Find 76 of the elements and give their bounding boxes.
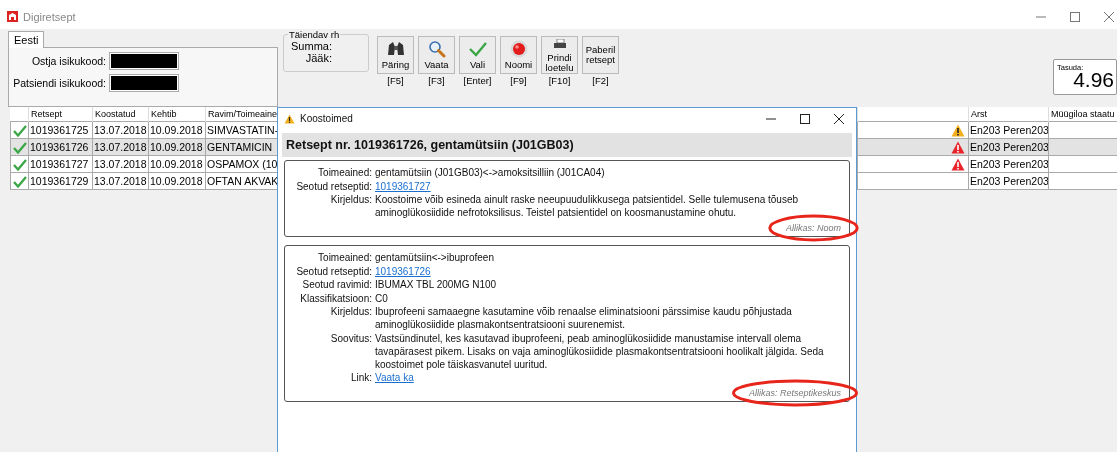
warning-icon — [284, 113, 295, 124]
field-label: Seotud retseptid: — [295, 264, 372, 278]
toolbar-button[interactable]: Prindi loetelu — [541, 36, 578, 74]
field-value: C0 — [375, 291, 389, 305]
table-cell: 1019361727 — [30, 158, 89, 170]
field-label: Seotud ravimid: — [301, 278, 372, 291]
app-icon — [7, 11, 18, 22]
shortcut-label: [F10] — [548, 75, 571, 86]
group-title: Täiendav rh — [288, 29, 341, 40]
table-cell: OFTAN AKVAK — [207, 175, 279, 187]
field-value: Ibuprofeeni samaaegne kasutamine võib renaalse eliminatsiooni pärssimise kaudu põhjustada aminoglükosiidide plasmakontsentratsiooni suurenemist. — [375, 305, 793, 331]
input-field[interactable] — [109, 74, 179, 92]
search-icon — [427, 40, 446, 58]
toolbar-button[interactable]: Päring — [377, 36, 414, 74]
input-field[interactable] — [109, 52, 179, 70]
table-cell: En203 Peren203 — [970, 158, 1048, 170]
table-cell: 10.09.2018 — [150, 175, 203, 187]
field-value: gentamütsiin<->ibuprofeen — [375, 251, 495, 264]
column-header[interactable]: Ravim/Toimeaine — [208, 109, 278, 119]
field-label: Soovitus: — [329, 331, 372, 346]
table-cell: 13.07.2018 — [94, 124, 147, 136]
table-cell: 10.09.2018 — [150, 124, 203, 136]
close-icon[interactable] — [834, 113, 844, 124]
maximize-icon[interactable] — [800, 113, 810, 124]
table-cell: En203 Peren203 — [970, 141, 1048, 153]
field-label: Kirjeldus: — [329, 193, 372, 207]
check-icon — [468, 41, 487, 57]
table-cell: En203 Peren203 — [970, 124, 1048, 136]
source-label: Allikas: Retseptikeskus — [748, 388, 841, 398]
toolbar-button[interactable]: Vali — [459, 36, 496, 74]
link[interactable]: 1019361727 — [375, 179, 431, 193]
field-label: Ostja isikukood: — [31, 55, 106, 67]
shortcut-label: [F9] — [510, 75, 527, 86]
field-label: Toimeained: — [317, 251, 372, 264]
binoculars-icon — [386, 41, 405, 57]
shortcut-label: [Enter] — [463, 75, 492, 86]
dialog-heading: Retsept nr. 1019361726, gentamütsiin (J01GB03) — [282, 133, 852, 157]
table-cell: SIMVASTATIN- — [207, 124, 279, 136]
field-label: Klassifikatsioon: — [299, 291, 372, 305]
field-value: Koostoime võib esineda ainult raske neeupuudulikkusega patsientidel. Selle tulemusena tõuseb aminoglükosiidide nefrotoksilisus. Teistel patsientidel on koosmanustamine ohutu. — [375, 193, 800, 219]
field-label: Summa: — [290, 40, 332, 52]
field-value: gentamütsiin (J01GB03)<->amoksitsilliin (J01CA04) — [375, 166, 606, 179]
table-cell: OSPAMOX (10 — [207, 158, 278, 170]
table-cell: GENTAMICIN — [207, 141, 273, 153]
field-label: Link: — [349, 371, 372, 384]
field-label: Jääk: — [304, 52, 332, 64]
window-title: Digiretsept — [23, 10, 76, 23]
toolbar-button[interactable]: Vaata — [418, 36, 455, 74]
table-cell: 13.07.2018 — [94, 141, 147, 153]
source-label: Allikas: Noom — [786, 223, 841, 233]
dialog-title: Koostoimed — [300, 113, 353, 124]
toolbar-button[interactable]: Noomi — [500, 36, 537, 74]
column-header[interactable]: Arst — [971, 109, 987, 119]
toolbar-button[interactable]: Paberil retsept — [582, 36, 619, 74]
tab[interactable]: Eesti — [8, 31, 45, 48]
table-cell: 10.09.2018 — [150, 141, 203, 153]
table-cell: 13.07.2018 — [94, 158, 147, 170]
field-label: Toimeained: — [317, 166, 372, 179]
table-cell: 1019361726 — [30, 141, 89, 153]
table-cell: 10.09.2018 — [150, 158, 203, 170]
table-cell: 13.07.2018 — [94, 175, 147, 187]
table-cell: 1019361725 — [30, 124, 89, 136]
field-label: Kirjeldus: — [329, 305, 372, 319]
link[interactable]: 1019361726 — [375, 264, 431, 278]
field-label: Seotud retseptid: — [295, 179, 372, 193]
field-label: Patsiendi isikukood: — [13, 77, 106, 89]
shortcut-label: [F2] — [592, 75, 609, 86]
table-cell: 1019361729 — [30, 175, 89, 187]
shortcut-label: [F3] — [428, 75, 445, 86]
field-value: Vastsündinutel, kes kasutavad ibuprofeeni, peab aminoglükosiidide manustamise intervall olema tavapärasest pikem. Lisaks on vaja aminoglükosiidide plasmakontsentratsiooni hoolikalt jälgida. Seda koostoimet pole täiskasvanutel uuritud. — [375, 331, 825, 371]
shortcut-label: [F5] — [387, 75, 404, 86]
table-cell: En203 Peren203 — [970, 175, 1048, 187]
printer-icon — [552, 39, 567, 49]
field-value: IBUMAX TBL 200MG N100 — [375, 278, 498, 291]
record-icon — [509, 40, 528, 58]
link[interactable]: Vaata ka — [375, 371, 414, 384]
